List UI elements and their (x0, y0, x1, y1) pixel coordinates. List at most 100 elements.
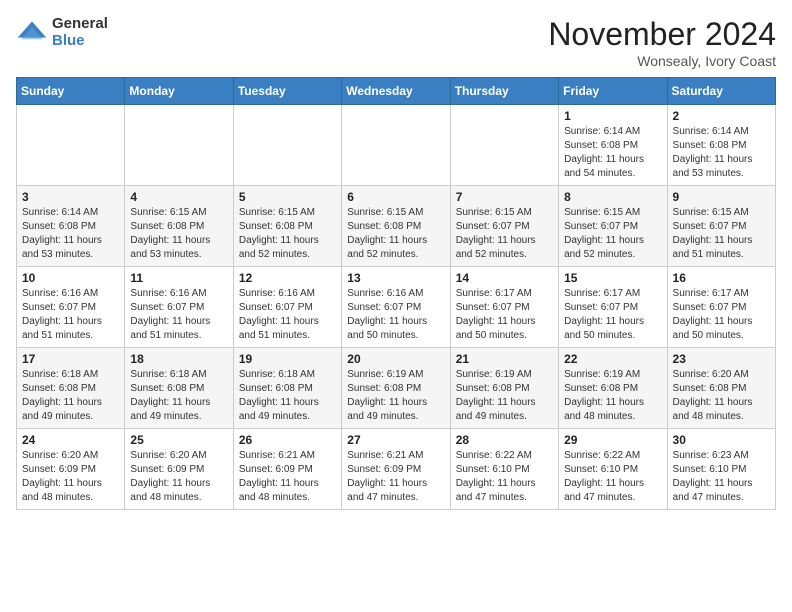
day-number: 3 (22, 190, 119, 204)
day-number: 29 (564, 433, 661, 447)
calendar-cell: 22 Sunrise: 6:19 AM Sunset: 6:08 PM Dayli… (559, 348, 667, 429)
day-number: 12 (239, 271, 336, 285)
weekday-header: Tuesday (233, 78, 341, 105)
calendar-week-row: 10 Sunrise: 6:16 AM Sunset: 6:07 PM Dayli… (17, 267, 776, 348)
day-info: Sunrise: 6:18 AM Sunset: 6:08 PM Dayligh… (22, 368, 119, 424)
month-title: November 2024 (548, 16, 776, 53)
day-info: Sunrise: 6:18 AM Sunset: 6:08 PM Dayligh… (239, 368, 336, 424)
calendar-cell: 29 Sunrise: 6:22 AM Sunset: 6:10 PM Dayli… (559, 429, 667, 510)
day-number: 15 (564, 271, 661, 285)
logo-icon (16, 19, 48, 47)
day-info: Sunrise: 6:20 AM Sunset: 6:09 PM Dayligh… (22, 449, 119, 505)
weekday-header: Saturday (667, 78, 775, 105)
calendar-cell (233, 105, 341, 186)
location-subtitle: Wonsealy, Ivory Coast (548, 53, 776, 69)
day-info: Sunrise: 6:16 AM Sunset: 6:07 PM Dayligh… (239, 287, 336, 343)
calendar-cell: 20Sunrise: 6:19 AM Sunset: 6:08 PM Dayli… (342, 348, 450, 429)
day-number: 27 (347, 433, 444, 447)
day-info: Sunrise: 6:22 AM Sunset: 6:10 PM Dayligh… (564, 449, 661, 505)
day-info: Sunrise: 6:16 AM Sunset: 6:07 PM Dayligh… (22, 287, 119, 343)
day-number: 19 (239, 352, 336, 366)
calendar-cell: 24 Sunrise: 6:20 AM Sunset: 6:09 PM Dayli… (17, 429, 125, 510)
day-number: 25 (130, 433, 227, 447)
calendar-cell: 16 Sunrise: 6:17 AM Sunset: 6:07 PM Dayli… (667, 267, 775, 348)
logo-general: General (52, 16, 108, 33)
day-info: Sunrise: 6:17 AM Sunset: 6:07 PM Dayligh… (456, 287, 553, 343)
calendar-cell: 15 Sunrise: 6:17 AM Sunset: 6:07 PM Dayli… (559, 267, 667, 348)
calendar-cell: 17 Sunrise: 6:18 AM Sunset: 6:08 PM Dayli… (17, 348, 125, 429)
calendar-week-row: 3Sunrise: 6:14 AM Sunset: 6:08 PM Daylig… (17, 186, 776, 267)
calendar-table: SundayMondayTuesdayWednesdayThursdayFrid… (16, 77, 776, 510)
day-info: Sunrise: 6:14 AM Sunset: 6:08 PM Dayligh… (673, 125, 770, 181)
calendar-cell (17, 105, 125, 186)
calendar-cell: 18 Sunrise: 6:18 AM Sunset: 6:08 PM Dayli… (125, 348, 233, 429)
calendar-cell (450, 105, 558, 186)
calendar-cell: 3Sunrise: 6:14 AM Sunset: 6:08 PM Daylig… (17, 186, 125, 267)
calendar-cell: 7 Sunrise: 6:15 AM Sunset: 6:07 PM Daylig… (450, 186, 558, 267)
day-info: Sunrise: 6:19 AM Sunset: 6:08 PM Dayligh… (456, 368, 553, 424)
calendar-cell: 26 Sunrise: 6:21 AM Sunset: 6:09 PM Dayli… (233, 429, 341, 510)
calendar-cell: 27 Sunrise: 6:21 AM Sunset: 6:09 PM Dayli… (342, 429, 450, 510)
day-number: 22 (564, 352, 661, 366)
calendar-cell (125, 105, 233, 186)
day-number: 26 (239, 433, 336, 447)
day-info: Sunrise: 6:20 AM Sunset: 6:08 PM Dayligh… (673, 368, 770, 424)
day-info: Sunrise: 6:17 AM Sunset: 6:07 PM Dayligh… (673, 287, 770, 343)
day-info: Sunrise: 6:22 AM Sunset: 6:10 PM Dayligh… (456, 449, 553, 505)
day-info: Sunrise: 6:15 AM Sunset: 6:08 PM Dayligh… (130, 206, 227, 262)
title-block: November 2024 Wonsealy, Ivory Coast (548, 16, 776, 69)
day-info: Sunrise: 6:16 AM Sunset: 6:07 PM Dayligh… (130, 287, 227, 343)
calendar-cell: 1Sunrise: 6:14 AM Sunset: 6:08 PM Daylig… (559, 105, 667, 186)
day-number: 16 (673, 271, 770, 285)
day-info: Sunrise: 6:17 AM Sunset: 6:07 PM Dayligh… (564, 287, 661, 343)
day-number: 24 (22, 433, 119, 447)
day-info: Sunrise: 6:19 AM Sunset: 6:08 PM Dayligh… (347, 368, 444, 424)
day-number: 2 (673, 109, 770, 123)
calendar-cell (342, 105, 450, 186)
day-info: Sunrise: 6:15 AM Sunset: 6:07 PM Dayligh… (673, 206, 770, 262)
day-number: 18 (130, 352, 227, 366)
day-info: Sunrise: 6:19 AM Sunset: 6:08 PM Dayligh… (564, 368, 661, 424)
day-number: 23 (673, 352, 770, 366)
day-number: 17 (22, 352, 119, 366)
day-info: Sunrise: 6:23 AM Sunset: 6:10 PM Dayligh… (673, 449, 770, 505)
day-info: Sunrise: 6:15 AM Sunset: 6:07 PM Dayligh… (456, 206, 553, 262)
calendar-cell: 21 Sunrise: 6:19 AM Sunset: 6:08 PM Dayli… (450, 348, 558, 429)
weekday-header: Thursday (450, 78, 558, 105)
day-number: 6 (347, 190, 444, 204)
day-number: 7 (456, 190, 553, 204)
calendar-cell: 9 Sunrise: 6:15 AM Sunset: 6:07 PM Daylig… (667, 186, 775, 267)
day-number: 11 (130, 271, 227, 285)
day-number: 14 (456, 271, 553, 285)
day-number: 21 (456, 352, 553, 366)
calendar-cell: 14 Sunrise: 6:17 AM Sunset: 6:07 PM Dayli… (450, 267, 558, 348)
calendar-cell: 2 Sunrise: 6:14 AM Sunset: 6:08 PM Daylig… (667, 105, 775, 186)
calendar-cell: 10 Sunrise: 6:16 AM Sunset: 6:07 PM Dayli… (17, 267, 125, 348)
day-info: Sunrise: 6:21 AM Sunset: 6:09 PM Dayligh… (347, 449, 444, 505)
calendar-cell: 6Sunrise: 6:15 AM Sunset: 6:08 PM Daylig… (342, 186, 450, 267)
weekday-header: Monday (125, 78, 233, 105)
weekday-header: Sunday (17, 78, 125, 105)
calendar-cell: 23 Sunrise: 6:20 AM Sunset: 6:08 PM Dayli… (667, 348, 775, 429)
day-number: 8 (564, 190, 661, 204)
calendar-cell: 5Sunrise: 6:15 AM Sunset: 6:08 PM Daylig… (233, 186, 341, 267)
calendar-cell: 11 Sunrise: 6:16 AM Sunset: 6:07 PM Dayli… (125, 267, 233, 348)
calendar-cell: 13 Sunrise: 6:16 AM Sunset: 6:07 PM Dayli… (342, 267, 450, 348)
day-info: Sunrise: 6:21 AM Sunset: 6:09 PM Dayligh… (239, 449, 336, 505)
day-number: 10 (22, 271, 119, 285)
day-info: Sunrise: 6:18 AM Sunset: 6:08 PM Dayligh… (130, 368, 227, 424)
calendar-header-row: SundayMondayTuesdayWednesdayThursdayFrid… (17, 78, 776, 105)
day-number: 30 (673, 433, 770, 447)
calendar-week-row: 1Sunrise: 6:14 AM Sunset: 6:08 PM Daylig… (17, 105, 776, 186)
logo-text: General Blue (52, 16, 108, 49)
day-info: Sunrise: 6:20 AM Sunset: 6:09 PM Dayligh… (130, 449, 227, 505)
logo: General Blue (16, 16, 108, 49)
day-info: Sunrise: 6:14 AM Sunset: 6:08 PM Dayligh… (564, 125, 661, 181)
day-info: Sunrise: 6:15 AM Sunset: 6:08 PM Dayligh… (239, 206, 336, 262)
weekday-header: Friday (559, 78, 667, 105)
day-info: Sunrise: 6:16 AM Sunset: 6:07 PM Dayligh… (347, 287, 444, 343)
weekday-header: Wednesday (342, 78, 450, 105)
day-number: 9 (673, 190, 770, 204)
day-number: 13 (347, 271, 444, 285)
calendar-cell: 12 Sunrise: 6:16 AM Sunset: 6:07 PM Dayli… (233, 267, 341, 348)
